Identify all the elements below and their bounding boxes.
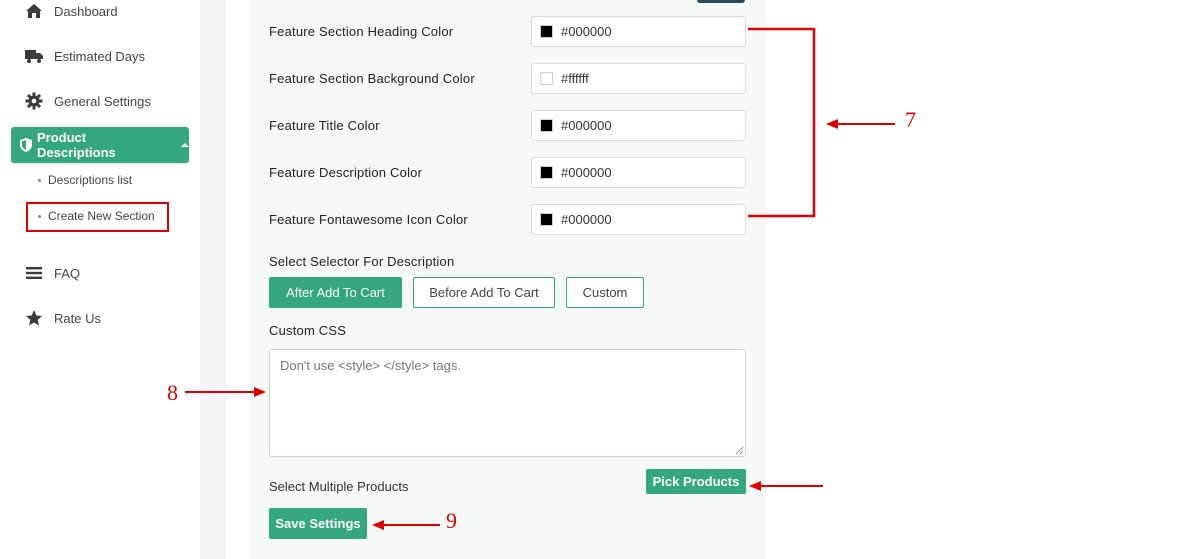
sidebar-item-label: FAQ [54,265,81,281]
icon-color-label: Feature Fontawesome Icon Color [269,212,468,227]
resize-grip-icon[interactable] [735,446,744,455]
color-value: #000000 [561,165,612,180]
custom-css-label: Custom CSS [269,323,347,338]
annotation-number-7: 7 [905,107,916,132]
title-color-label: Feature Title Color [269,118,380,133]
app-page: Dashboard Estimated Days General Setting… [0,0,1202,559]
background-color-label: Feature Section Background Color [269,71,475,86]
home-icon [24,1,44,21]
sidebar-item-rate-us[interactable]: Rate Us [24,308,101,328]
color-value: #000000 [561,118,612,133]
sidebar-item-faq[interactable]: FAQ [24,263,80,283]
shield-icon [19,137,33,153]
menu-icon [24,263,44,283]
color-swatch [540,119,553,132]
description-color-field[interactable]: #000000 [531,157,746,188]
icon-color-field[interactable]: #000000 [531,204,746,235]
annotation-number-9: 9 [446,508,457,533]
color-swatch [540,166,553,179]
caret-up-icon [181,143,189,147]
color-value: #000000 [561,212,612,227]
sidebar-item-general-settings[interactable]: General Settings [24,91,151,111]
title-color-field[interactable]: #000000 [531,110,746,141]
sidebar-subitem-label: Create New Section [48,209,155,223]
heading-color-field[interactable]: #000000 [531,16,746,47]
sidebar-item-dashboard[interactable]: Dashboard [24,1,118,21]
color-swatch [540,213,553,226]
annotation-number-8: 8 [167,380,178,405]
truck-icon [24,46,44,66]
background-color-field[interactable]: #ffffff [531,63,746,94]
description-color-label: Feature Description Color [269,165,423,180]
color-value: #ffffff [561,71,589,86]
heading-color-label: Feature Section Heading Color [269,24,454,39]
save-settings-button[interactable]: Save Settings [269,508,367,539]
color-swatch [540,25,553,38]
content-gutter [200,0,226,559]
after-add-to-cart-button[interactable]: After Add To Cart [269,277,402,308]
custom-selector-button[interactable]: Custom [566,277,644,308]
top-action-button[interactable] [697,0,745,3]
sidebar-item-label: Rate Us [54,310,101,326]
sidebar-item-estimated-days[interactable]: Estimated Days [24,46,145,66]
sidebar-item-label: General Settings [54,93,151,109]
bullet-icon [38,178,41,182]
annotation-arrow-9 [372,520,440,530]
star-icon [24,308,44,328]
sidebar-subitem-label: Descriptions list [48,173,133,187]
gear-icon [24,91,44,111]
annotation-arrow-8 [185,387,266,397]
sidebar: Dashboard Estimated Days General Setting… [0,0,200,559]
sidebar-subitem-create-new-section[interactable]: Create New Section [38,209,155,223]
sidebar-item-product-descriptions[interactable]: Product Descriptions [11,127,189,163]
selector-label: Select Selector For Description [269,254,455,269]
custom-css-textarea[interactable] [269,349,746,457]
color-swatch [540,72,553,85]
pick-products-button[interactable]: Pick Products [646,469,746,494]
color-value: #000000 [561,24,612,39]
multi-products-label: Select Multiple Products [269,479,409,494]
sidebar-item-label: Estimated Days [54,48,146,64]
annotation-arrow-pick [749,481,823,491]
sidebar-item-label: Product Descriptions [37,130,116,160]
annotation-bracket-7 [748,27,895,218]
bullet-icon [38,214,41,218]
sidebar-item-label: Dashboard [54,3,118,19]
sidebar-subitem-descriptions-list[interactable]: Descriptions list [38,173,132,187]
before-add-to-cart-button[interactable]: Before Add To Cart [413,277,555,308]
